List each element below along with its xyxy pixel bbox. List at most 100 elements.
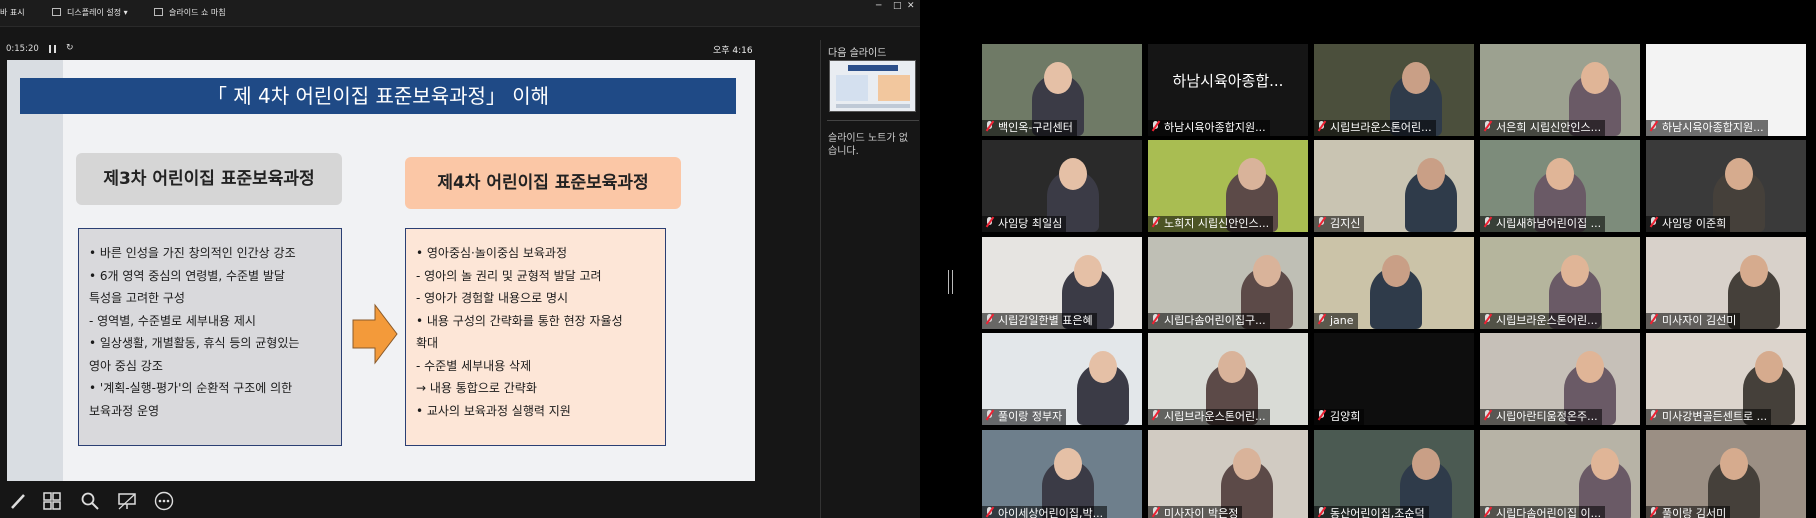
- right-arrow-icon: [352, 303, 398, 365]
- participant-name-bar: 시립아란티움정온주...: [1480, 409, 1602, 425]
- participant-tile[interactable]: 김양희: [1314, 333, 1474, 425]
- participant-tile[interactable]: 미사자이 박은정: [1148, 430, 1308, 518]
- close-icon[interactable]: ✕: [907, 1, 915, 11]
- maximize-icon[interactable]: □: [893, 1, 902, 11]
- restart-timer-icon[interactable]: ↻: [66, 43, 74, 53]
- list-item: • 일상생활, 개별활동, 휴식 등의 균형있는: [89, 336, 300, 350]
- participant-name-bar: 풀이랑 김서미: [1646, 506, 1731, 518]
- participant-face: [1546, 158, 1574, 190]
- participant-tile[interactable]: 시립새하남어린이집 ...: [1480, 140, 1640, 232]
- muted-mic-icon: [1649, 121, 1658, 132]
- window-controls: ─ □ ✕: [0, 0, 920, 14]
- participant-name: 김양희: [1330, 410, 1361, 423]
- participant-face: [1725, 158, 1753, 190]
- participant-tile[interactable]: 김지신: [1314, 140, 1474, 232]
- participant-tile[interactable]: 시립다솜어린이집 이...: [1480, 430, 1640, 518]
- slide-title: 「 제 4차 어린이집 표준보육과정」 이해: [206, 84, 550, 108]
- participant-tile[interactable]: 노희지 시립신안인스...: [1148, 140, 1308, 232]
- muted-mic-icon: [985, 507, 994, 518]
- list-item: • 내용 구성의 간략화를 통한 현장 자율성: [416, 313, 623, 328]
- participant-face: [1576, 351, 1604, 383]
- participant-name-bar: 아이세상어린이집,박...: [982, 506, 1108, 518]
- participant-tile[interactable]: 시립브라운스톤어린...: [1480, 237, 1640, 329]
- participant-face: [1218, 351, 1246, 383]
- participant-tile[interactable]: 미사자이 김선미: [1646, 237, 1806, 329]
- participant-name-bar: 시립감일한별 표은혜: [982, 313, 1097, 329]
- next-slide-thumbnail[interactable]: [829, 60, 916, 112]
- slide-decor-strip: [7, 60, 63, 481]
- muted-mic-icon: [1317, 507, 1326, 518]
- participant-name: 시립브라운스톤어린...: [1164, 410, 1266, 423]
- participant-name-bar: 사임당 이준희: [1646, 216, 1731, 232]
- presenter-view: 바 표시 디스플레이 설정 ▾ 슬라이드 쇼 마침 ─ □ ✕ 0:15:20 …: [0, 0, 920, 518]
- participant-face: [1382, 255, 1410, 287]
- participant-tile[interactable]: 풀이랑 정부자: [982, 333, 1142, 425]
- participant-face: [1561, 255, 1589, 287]
- fourth-curriculum-header: 제4차 어린이집 표준보육과정: [405, 157, 681, 209]
- muted-mic-icon: [1151, 217, 1160, 228]
- pen-icon[interactable]: [8, 491, 28, 511]
- participant-tile[interactable]: 시립아란티움정온주...: [1480, 333, 1640, 425]
- participant-name: 하남시육아종합지원...: [1662, 121, 1764, 134]
- zoom-icon[interactable]: [80, 491, 100, 511]
- black-screen-icon[interactable]: [117, 491, 137, 511]
- more-options-icon[interactable]: [154, 491, 174, 511]
- participant-tile[interactable]: 시립브라운스톤어린...: [1314, 44, 1474, 136]
- participant-tile[interactable]: 아이세상어린이집,박...: [982, 430, 1142, 518]
- presenter-tools: [0, 485, 760, 518]
- participant-name-bar: 시립다솜어린이집 이...: [1480, 506, 1606, 518]
- panel-divider: [820, 40, 821, 518]
- muted-mic-icon: [1483, 121, 1492, 132]
- participant-face: [1402, 62, 1430, 94]
- participant-name: 시립새하남어린이집 ...: [1496, 217, 1602, 230]
- participant-tile[interactable]: 시립다솜어린이집구...: [1148, 237, 1308, 329]
- participant-name-bar: 하남시육아종합지원...: [1646, 120, 1768, 136]
- muted-mic-icon: [985, 314, 994, 325]
- participant-face: [1253, 255, 1281, 287]
- muted-mic-icon: [1151, 410, 1160, 421]
- muted-mic-icon: [1317, 314, 1326, 325]
- participant-name: jane: [1330, 314, 1354, 327]
- participant-tile[interactable]: 하남시육아종합... 하남시육아종합지원...: [1148, 44, 1308, 136]
- list-item: • 6개 영역 중심의 연령별, 수준별 발달: [89, 268, 285, 283]
- participant-face: [1591, 448, 1619, 480]
- list-item: 확대: [416, 336, 439, 350]
- participant-gallery: 백인옥-구리센터 하남시육아종합... 하남시육아종합지원... 시립브라운스톤어린.…: [982, 44, 1816, 518]
- split-handle[interactable]: [948, 270, 953, 294]
- minimize-icon[interactable]: ─: [876, 1, 881, 11]
- participant-name-bar: 노희지 시립신안인스...: [1148, 216, 1274, 232]
- participant-name: 노희지 시립신안인스...: [1164, 217, 1270, 230]
- muted-mic-icon: [1483, 314, 1492, 325]
- participant-tile[interactable]: 시립감일한별 표은혜: [982, 237, 1142, 329]
- all-slides-icon[interactable]: [42, 491, 62, 511]
- list-item: - 영역별, 수준별로 세부내용 제시: [89, 313, 256, 328]
- pause-icon[interactable]: [49, 45, 56, 53]
- presenter-toolbar: 바 표시 디스플레이 설정 ▾ 슬라이드 쇼 마침 ─ □ ✕: [0, 0, 920, 27]
- participant-name: 하남시육아종합지원...: [1164, 121, 1266, 134]
- participant-tile[interactable]: 사임당 최일심: [982, 140, 1142, 232]
- participant-name: 시립아란티움정온주...: [1496, 410, 1598, 423]
- participant-name: 시립감일한별 표은혜: [998, 314, 1093, 327]
- participant-tile[interactable]: 풀이랑 김서미: [1646, 430, 1806, 518]
- participant-face: [1755, 351, 1783, 383]
- participant-face: [1720, 448, 1748, 480]
- participant-name-bar: 사임당 최일심: [982, 216, 1067, 232]
- participant-name-bar: 백인옥-구리센터: [982, 120, 1077, 136]
- participant-tile[interactable]: 서은희 시립신안인스...: [1480, 44, 1640, 136]
- next-slide-label: 다음 슬라이드: [828, 48, 887, 59]
- participant-tile[interactable]: 사임당 이준희: [1646, 140, 1806, 232]
- participant-name: 서은희 시립신안인스...: [1496, 121, 1602, 134]
- participant-name: 미사자이 박은정: [1164, 507, 1239, 518]
- participant-tile[interactable]: 동산어린이집,조순덕: [1314, 430, 1474, 518]
- muted-mic-icon: [1317, 410, 1326, 421]
- participant-tile[interactable]: 하남시육아종합지원...: [1646, 44, 1806, 136]
- participant-face: [1581, 62, 1609, 94]
- participant-tile[interactable]: 백인옥-구리센터: [982, 44, 1142, 136]
- participant-tile[interactable]: 시립브라운스톤어린...: [1148, 333, 1308, 425]
- participant-display-name: 하남시육아종합...: [1172, 72, 1284, 90]
- participant-tile[interactable]: jane: [1314, 237, 1474, 329]
- participant-tile[interactable]: 미사강변골든센트로 ...: [1646, 333, 1806, 425]
- participant-face: [1412, 448, 1440, 480]
- participant-name: 시립브라운스톤어린...: [1496, 314, 1598, 327]
- elapsed-timer: 0:15:20: [6, 44, 39, 54]
